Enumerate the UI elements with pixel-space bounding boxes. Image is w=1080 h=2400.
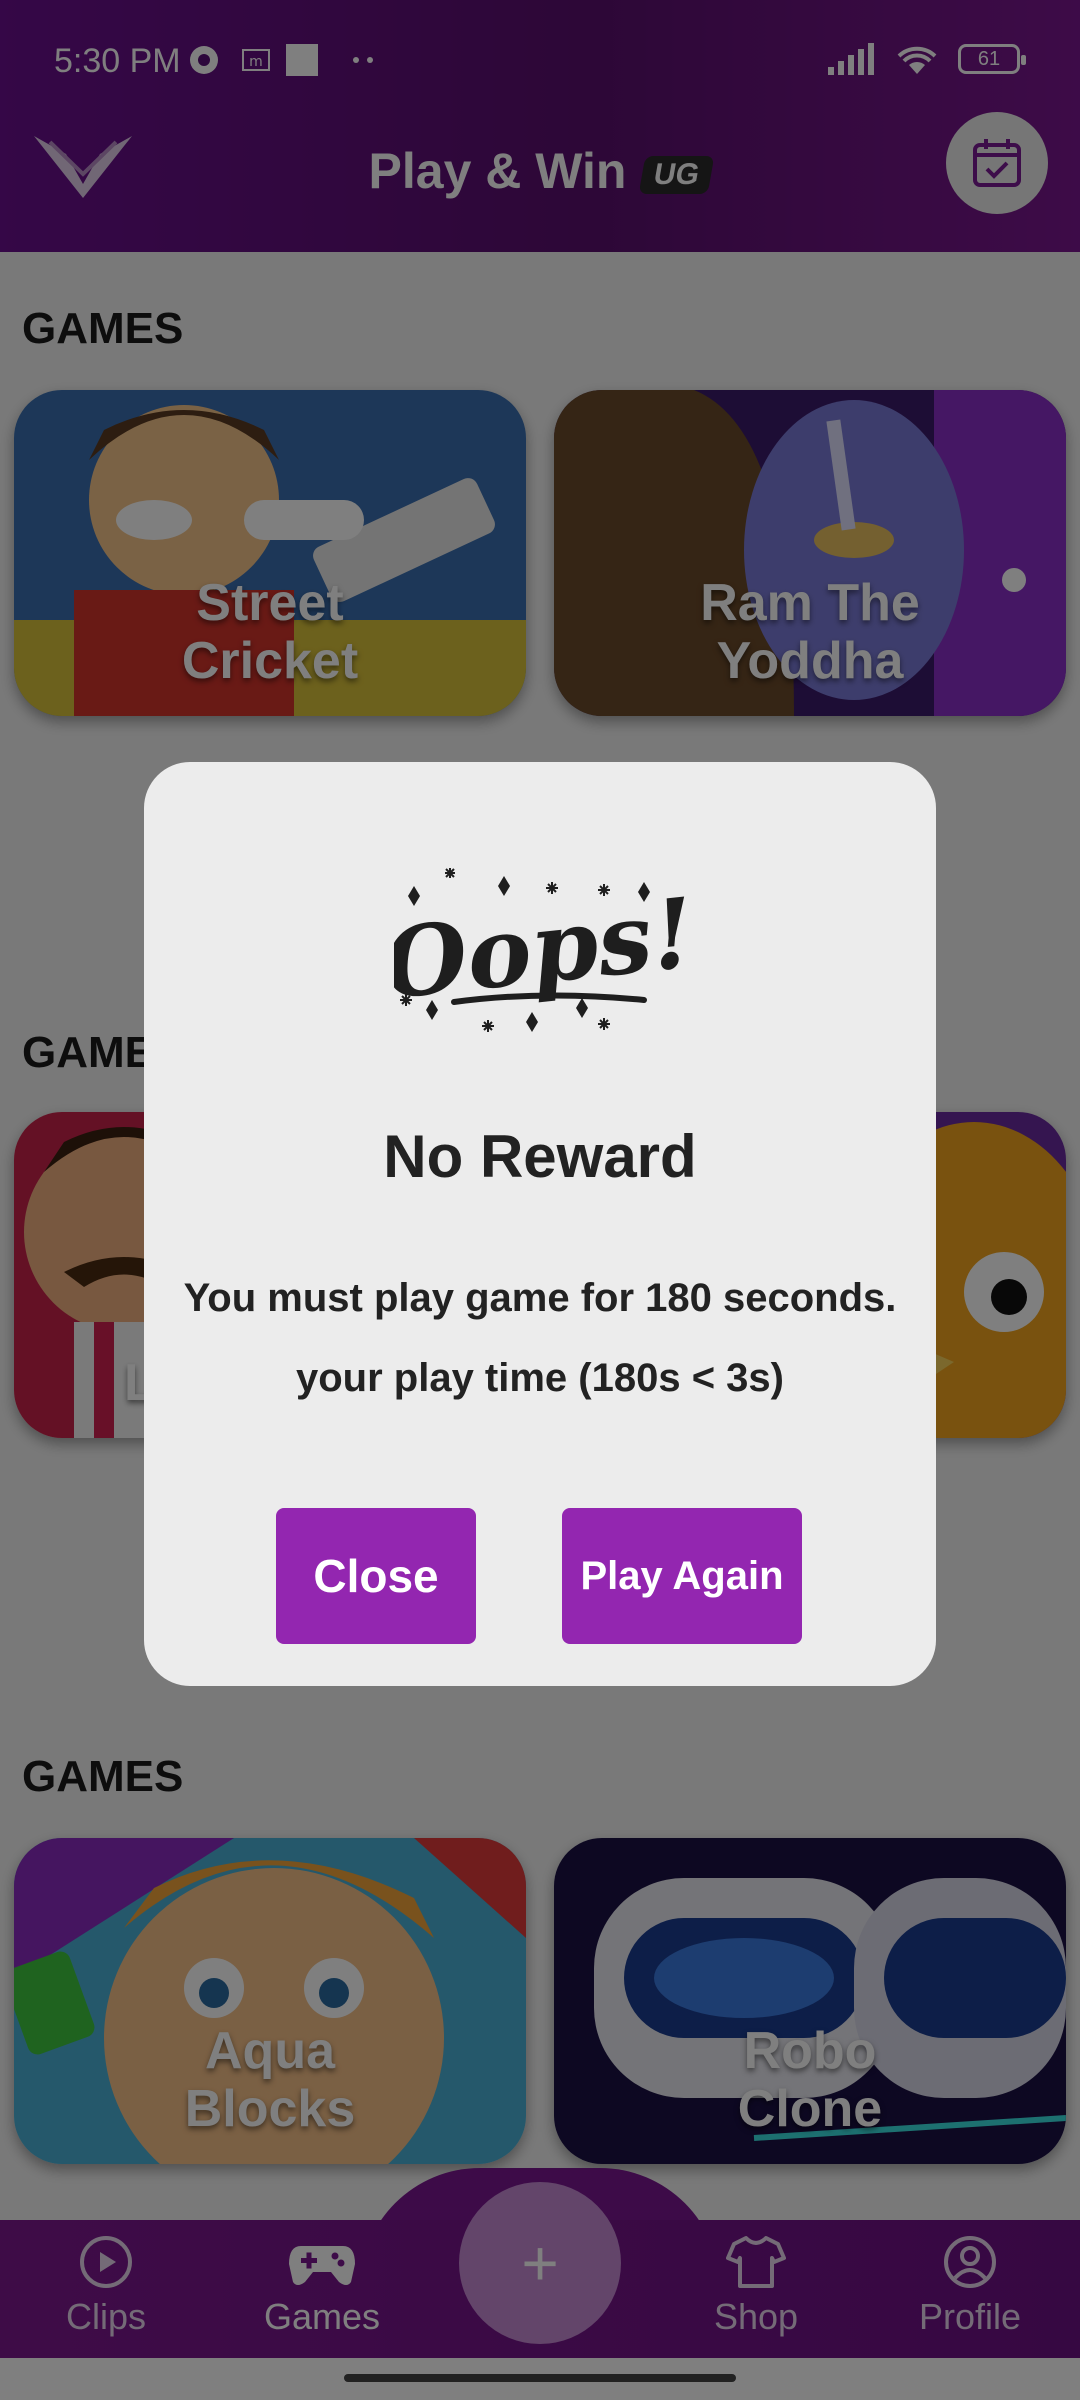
dialog-message-line-1: You must play game for 180 seconds. xyxy=(183,1276,897,1320)
play-again-button[interactable]: Play Again xyxy=(562,1508,802,1644)
dialog-title: No Reward xyxy=(383,1123,697,1190)
oops-illustration: Oops! xyxy=(394,868,686,1032)
close-button[interactable]: Close xyxy=(276,1508,476,1644)
no-reward-dialog: Oops! No Reward You must play game for 1… xyxy=(144,762,936,1686)
gesture-bar[interactable] xyxy=(344,2374,736,2382)
dialog-message-line-2: your play time (180s < 3s) xyxy=(295,1356,784,1400)
